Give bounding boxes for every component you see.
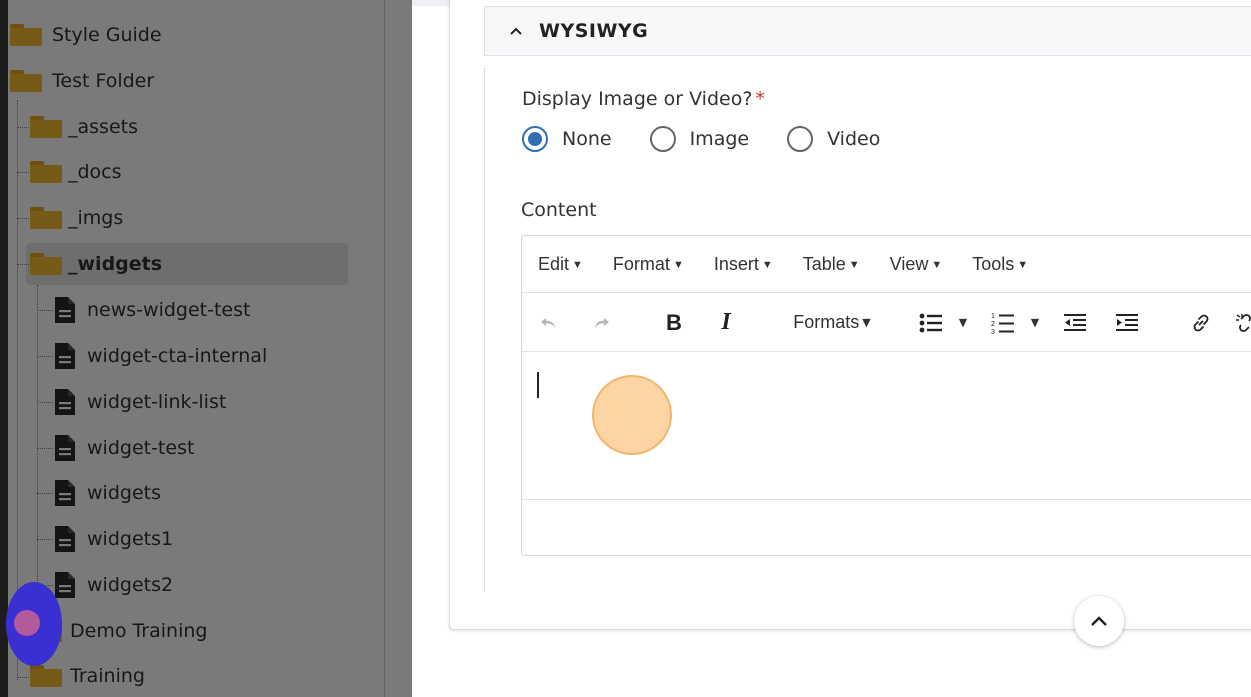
tree-guide-line — [37, 402, 53, 403]
radio-circle — [649, 126, 676, 152]
document-icon — [55, 297, 75, 323]
folder-icon — [30, 253, 62, 275]
tree-item-widget-cta-internal[interactable]: widget-cta-internal — [53, 335, 267, 377]
indent-button[interactable] — [1112, 293, 1142, 352]
display-field-label: Display Image or Video? * — [522, 88, 765, 110]
redo-button[interactable] — [588, 293, 614, 352]
svg-text:3: 3 — [991, 329, 995, 335]
radio-none[interactable]: None — [522, 126, 612, 152]
folder-icon — [30, 161, 62, 183]
document-icon — [55, 526, 75, 552]
link-icon — [1193, 314, 1209, 331]
chevron-up-icon — [1091, 616, 1107, 626]
tree-guide-line — [37, 493, 53, 494]
undo-button[interactable] — [536, 293, 562, 352]
folder-icon — [30, 116, 62, 138]
numbered-list-button[interactable]: 123 — [988, 293, 1018, 352]
folder-icon — [30, 207, 62, 229]
tree-guide-line — [17, 127, 31, 128]
main-panel: WYSIWYG Display Image or Video? * None Im… — [412, 0, 1251, 697]
collapse-section-button[interactable] — [1074, 596, 1124, 646]
tree-guide-line — [17, 264, 31, 265]
section-guide-line — [484, 68, 485, 592]
svg-text:1: 1 — [991, 313, 995, 320]
undo-icon — [541, 317, 555, 328]
document-icon — [55, 480, 75, 506]
indent-icon — [1116, 313, 1138, 331]
tree-guide-line — [17, 172, 31, 173]
remove-link-button[interactable] — [1230, 293, 1251, 352]
tree-item-docs[interactable]: _docs — [30, 151, 122, 193]
numbered-list-options[interactable]: ▼ — [1026, 293, 1044, 352]
mouse-cursor-marker — [6, 582, 62, 666]
tree-item-widget-link-list[interactable]: widget-link-list — [53, 381, 226, 423]
tree-guide-line — [37, 310, 53, 311]
tree-guide-line — [17, 218, 31, 219]
tree-item-widgets1[interactable]: widgets1 — [53, 518, 173, 560]
redo-icon — [595, 317, 609, 328]
outdent-button[interactable] — [1060, 293, 1090, 352]
required-marker: * — [755, 88, 765, 110]
tree-guide-line — [17, 677, 31, 678]
radio-circle — [787, 126, 814, 152]
chevron-up-icon — [510, 27, 522, 35]
tree-item-widgets2[interactable]: widgets2 — [53, 564, 173, 606]
bullet-list-button[interactable] — [916, 293, 946, 352]
bullet-list-icon — [919, 313, 942, 332]
menu-table[interactable]: Table ▼ — [803, 254, 860, 275]
tree-item-news-widget-test[interactable]: news-widget-test — [53, 289, 250, 331]
bullet-list-options[interactable]: ▼ — [954, 293, 972, 352]
tree-item-widget-test[interactable]: widget-test — [53, 427, 194, 469]
editor-status-bar — [522, 500, 1251, 555]
tree-guide-line — [37, 448, 53, 449]
folder-icon — [10, 70, 42, 92]
bold-button[interactable]: B — [662, 293, 686, 352]
tree-guide-line — [37, 356, 53, 357]
tree-guide-line — [37, 285, 38, 587]
document-icon — [55, 435, 75, 461]
numbered-list-icon: 123 — [991, 313, 1014, 335]
svg-text:2: 2 — [991, 321, 995, 328]
unlink-icon — [1236, 313, 1251, 332]
outdent-icon — [1064, 313, 1086, 331]
menu-insert[interactable]: Insert ▼ — [714, 254, 773, 275]
section-header-wysiwyg[interactable]: WYSIWYG — [484, 6, 1251, 56]
content-field-label: Content — [521, 199, 597, 221]
tree-item-style-guide[interactable]: Style Guide — [10, 14, 162, 56]
text-caret — [537, 372, 539, 398]
menu-tools[interactable]: Tools ▼ — [972, 254, 1028, 275]
insert-link-button[interactable] — [1186, 293, 1216, 352]
radio-circle — [522, 126, 548, 152]
tree-item-widgets-folder[interactable]: _widgets — [30, 243, 162, 285]
menu-view[interactable]: View ▼ — [890, 254, 943, 275]
formats-dropdown[interactable]: Formats ▼ — [786, 293, 878, 352]
tree-item-widgets[interactable]: widgets — [53, 472, 161, 514]
italic-button[interactable]: I — [714, 293, 738, 352]
folder-icon — [30, 665, 62, 687]
radio-video[interactable]: Video — [787, 126, 880, 152]
section-title: WYSIWYG — [539, 20, 649, 42]
tree-item-imgs[interactable]: _imgs — [30, 197, 123, 239]
click-indicator — [592, 375, 672, 455]
document-icon — [55, 343, 75, 369]
folder-icon — [10, 24, 42, 46]
editor-menubar: Edit ▼ Format ▼ Insert ▼ Table ▼ View ▼ Tools… — [522, 236, 1251, 293]
editor-toolbar: B I Formats ▼ ▼ 123 ▼ — [522, 293, 1251, 352]
tree-item-assets[interactable]: _assets — [30, 106, 138, 148]
tree-item-test-folder[interactable]: Test Folder — [10, 60, 154, 102]
site-tree-sidebar: Style Guide Test Folder _assets _docs _i… — [0, 0, 412, 697]
document-icon — [55, 389, 75, 415]
tree-guide-line — [37, 539, 53, 540]
display-radio-group: None Image Video — [522, 126, 918, 152]
radio-image[interactable]: Image — [649, 126, 749, 152]
sidebar-divider — [384, 0, 385, 697]
menu-format[interactable]: Format ▼ — [613, 254, 684, 275]
menu-edit[interactable]: Edit ▼ — [538, 254, 583, 275]
